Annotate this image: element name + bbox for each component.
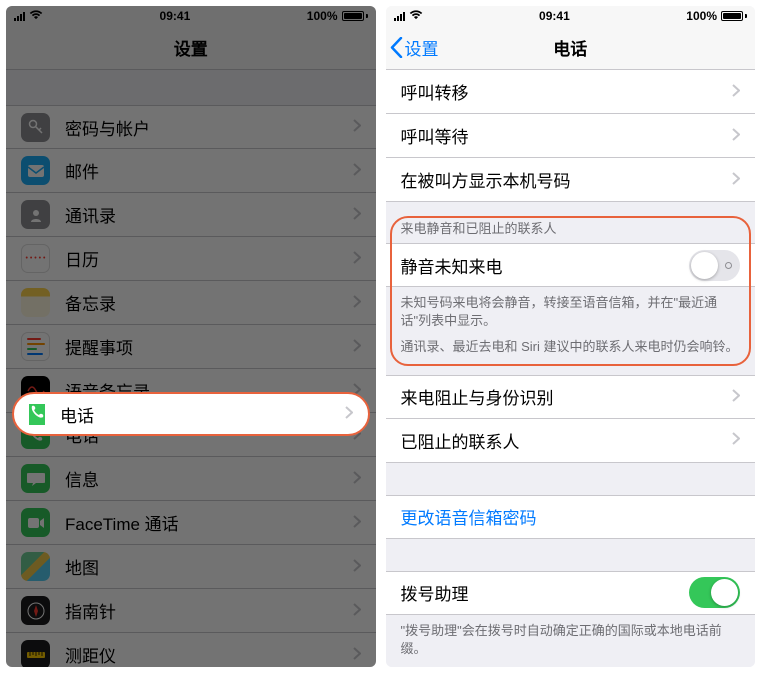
settings-row-mail[interactable]: 邮件 — [6, 149, 376, 193]
chevron-right-icon — [345, 406, 353, 422]
nav-bar: 设置 — [6, 26, 376, 70]
row-label: 信息 — [65, 466, 353, 491]
row-label: 呼叫转移 — [401, 79, 733, 104]
row-label: 密码与帐户 — [65, 115, 353, 140]
row-dial-assist[interactable]: 拨号助理 — [386, 571, 756, 615]
row-change-voicemail-password[interactable]: 更改语音信箱密码 — [386, 495, 756, 539]
chevron-right-icon — [353, 559, 361, 575]
phone-settings-screen: 09:41 100% 设置 电话 呼叫转移 呼叫等待 — [386, 6, 756, 667]
row-label: 静音未知来电 — [401, 253, 690, 278]
chevron-right-icon — [732, 172, 740, 188]
chevron-right-icon — [353, 471, 361, 487]
row-call-waiting[interactable]: 呼叫等待 — [386, 114, 756, 158]
nav-bar: 设置 电话 — [386, 26, 756, 70]
section-footer-dial: "拨号助理"会在拨号时自动确定正确的国际或本地电话前缀。 — [386, 615, 756, 666]
status-time: 09:41 — [539, 9, 570, 23]
row-label: 在被叫方显示本机号码 — [401, 167, 733, 192]
row-silence-unknown[interactable]: 静音未知来电 — [386, 243, 756, 287]
battery-icon — [721, 11, 747, 21]
compass-icon — [21, 596, 50, 625]
section-header-silence: 来电静音和已阻止的联系人 — [386, 202, 756, 243]
chevron-right-icon — [353, 295, 361, 311]
settings-row-contacts[interactable]: 通讯录 — [6, 193, 376, 237]
battery-percent: 100% — [686, 9, 717, 23]
signal-icon — [14, 11, 25, 21]
row-label: FaceTime 通话 — [65, 510, 353, 535]
section-footer-silence-2: 通讯录、最近去电和 Siri 建议中的联系人来电时仍会响铃。 — [386, 338, 756, 364]
settings-row-passwords[interactable]: 密码与帐户 — [6, 105, 376, 149]
measure-icon — [21, 640, 50, 667]
page-title: 电话 — [553, 35, 587, 60]
settings-screen: 09:41 100% 设置 密码与帐户 — [6, 6, 376, 667]
chevron-right-icon — [732, 389, 740, 405]
phone-icon — [29, 404, 45, 425]
row-call-forwarding[interactable]: 呼叫转移 — [386, 70, 756, 114]
chevron-right-icon — [353, 119, 361, 135]
row-label: 提醒事项 — [65, 334, 353, 359]
page-title: 设置 — [174, 35, 208, 60]
settings-row-maps[interactable]: 地图 — [6, 545, 376, 589]
status-bar: 09:41 100% — [386, 6, 756, 26]
settings-row-compass[interactable]: 指南针 — [6, 589, 376, 633]
facetime-icon — [21, 508, 50, 537]
section-footer-silence-1: 未知号码来电将会静音，转接至语音信箱，并在"最近通话"列表中显示。 — [386, 287, 756, 338]
row-label: 备忘录 — [65, 290, 353, 315]
toggle-dial-assist[interactable] — [689, 577, 740, 608]
reminders-icon — [21, 332, 50, 361]
chevron-right-icon — [353, 515, 361, 531]
row-label: 呼叫等待 — [401, 123, 733, 148]
row-show-caller-id[interactable]: 在被叫方显示本机号码 — [386, 158, 756, 202]
row-label: 已阻止的联系人 — [401, 428, 733, 453]
chevron-right-icon — [732, 84, 740, 100]
settings-row-measure[interactable]: 测距仪 — [6, 633, 376, 667]
battery-percent: 100% — [307, 9, 338, 23]
signal-icon — [394, 11, 405, 21]
row-blocked-contacts[interactable]: 已阻止的联系人 — [386, 419, 756, 463]
status-time: 09:41 — [160, 9, 191, 23]
row-label: 更改语音信箱密码 — [401, 504, 741, 529]
row-label: 来电阻止与身份识别 — [401, 384, 733, 409]
chevron-right-icon — [353, 647, 361, 663]
back-button[interactable]: 设置 — [390, 35, 439, 60]
settings-row-facetime[interactable]: FaceTime 通话 — [6, 501, 376, 545]
chevron-right-icon — [732, 432, 740, 448]
chevron-right-icon — [353, 251, 361, 267]
row-label: 邮件 — [65, 158, 353, 183]
key-icon — [21, 113, 50, 142]
chevron-right-icon — [732, 128, 740, 144]
settings-row-calendar[interactable]: • • • • • 日历 — [6, 237, 376, 281]
settings-row-messages[interactable]: 信息 — [6, 457, 376, 501]
maps-icon — [21, 552, 50, 581]
row-label: 地图 — [65, 554, 353, 579]
back-label: 设置 — [405, 35, 439, 60]
highlight-phone-row[interactable]: 电话 — [12, 392, 370, 436]
status-bar: 09:41 100% — [6, 6, 376, 26]
chevron-right-icon — [353, 207, 361, 223]
settings-row-reminders[interactable]: 提醒事项 — [6, 325, 376, 369]
contacts-icon — [21, 200, 50, 229]
battery-icon — [342, 11, 368, 21]
messages-icon — [21, 464, 50, 493]
notes-icon — [21, 288, 50, 317]
row-label: 通讯录 — [65, 202, 353, 227]
settings-row-notes[interactable]: 备忘录 — [6, 281, 376, 325]
wifi-icon — [29, 9, 43, 23]
chevron-right-icon — [353, 603, 361, 619]
row-label: 指南针 — [65, 598, 353, 623]
row-label: 测距仪 — [65, 642, 353, 667]
row-label: 拨号助理 — [401, 580, 690, 605]
row-label: 电话 — [60, 402, 345, 427]
chevron-right-icon — [353, 339, 361, 355]
toggle-silence-unknown[interactable] — [689, 250, 740, 281]
wifi-icon — [409, 9, 423, 23]
calendar-icon: • • • • • — [21, 244, 50, 273]
mail-icon — [21, 156, 50, 185]
row-label: 日历 — [65, 246, 353, 271]
chevron-right-icon — [353, 163, 361, 179]
row-call-blocking[interactable]: 来电阻止与身份识别 — [386, 375, 756, 419]
